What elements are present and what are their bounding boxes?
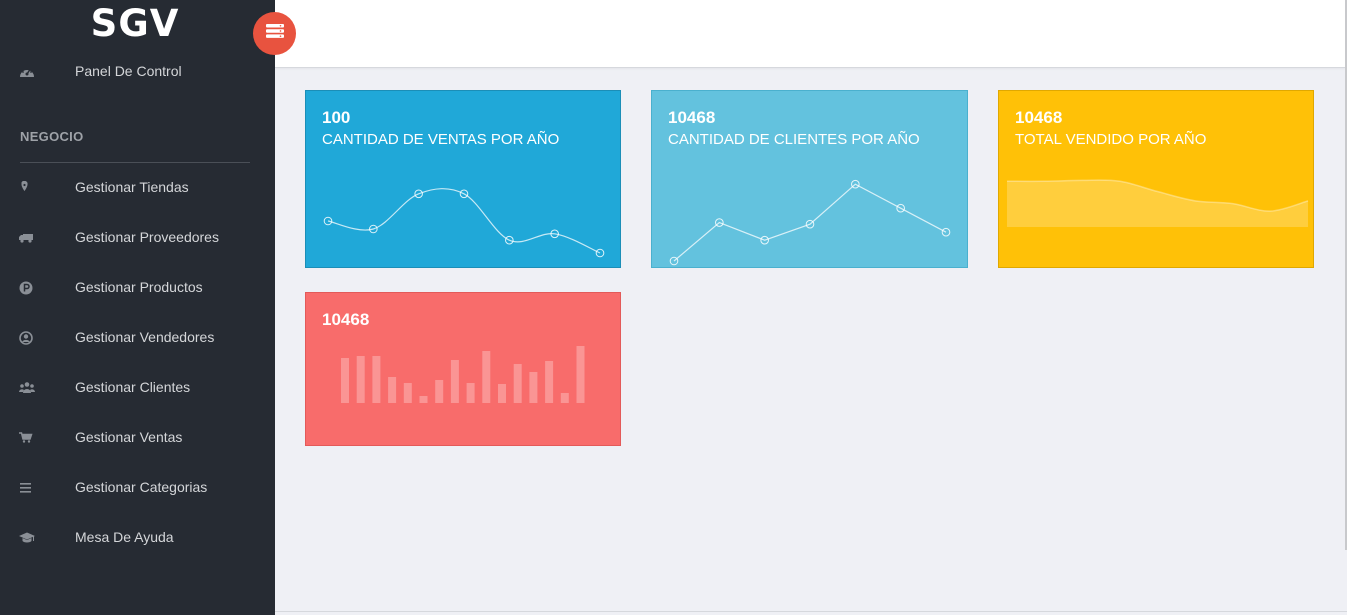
bar — [450, 360, 459, 403]
graduation-cap-icon — [19, 531, 35, 545]
bar — [435, 380, 444, 403]
sidebar-item-label: Gestionar Categorias — [75, 479, 208, 495]
sidebar: SGV Panel De Control NEGOCIO Gestionar T… — [0, 0, 275, 615]
bar — [466, 383, 475, 403]
barras-bar-chart — [341, 346, 585, 403]
brand-logo[interactable]: SGV — [0, 2, 270, 45]
series-line — [327, 188, 601, 254]
sidebar-item-label: Mesa De Ayuda — [75, 529, 174, 545]
bar — [529, 372, 538, 403]
sidebar-item-gestionar-vendedores[interactable]: Gestionar Vendedores — [0, 323, 275, 353]
footer-divider — [275, 611, 1347, 612]
bar — [498, 384, 506, 403]
sidebar-item-label: Gestionar Ventas — [75, 429, 183, 445]
sidebar-item-gestionar-ventas[interactable]: Gestionar Ventas — [0, 423, 275, 453]
section-title: NEGOCIO — [20, 129, 84, 144]
section-divider — [20, 162, 250, 163]
series-line — [673, 183, 947, 262]
sidebar-toggle-button[interactable] — [253, 12, 296, 55]
sidebar-item-label: Panel De Control — [75, 63, 182, 79]
bar — [560, 393, 569, 403]
bar — [576, 346, 585, 403]
location-pin-icon — [19, 181, 35, 195]
sidebar-item-label: Gestionar Tiendas — [75, 179, 189, 195]
sidebar-item-mesa-de-ayuda[interactable]: Mesa De Ayuda — [0, 523, 275, 553]
total-vendido-area-chart — [1006, 179, 1309, 227]
sidebar-item-label: Gestionar Vendedores — [75, 329, 215, 345]
list-icon — [19, 481, 35, 495]
bar — [341, 358, 349, 403]
sidebar-item-label: Gestionar Proveedores — [75, 229, 219, 245]
sidebar-item-gestionar-clientes[interactable]: Gestionar Clientes — [0, 373, 275, 403]
speedometer-icon — [19, 65, 35, 79]
stat-card-barras: 10468 — [305, 292, 621, 446]
sidebar-item-gestionar-productos[interactable]: Gestionar Productos — [0, 273, 275, 303]
bar — [356, 356, 365, 403]
sidebar-item-gestionar-tiendas[interactable]: Gestionar Tiendas — [0, 173, 275, 203]
user-circle-icon — [19, 331, 35, 345]
series-area — [1007, 180, 1308, 227]
bar — [482, 351, 491, 403]
bar — [403, 383, 412, 403]
sidebar-item-gestionar-proveedores[interactable]: Gestionar Proveedores — [0, 223, 275, 253]
bar — [513, 364, 522, 403]
parking-circle-icon — [19, 281, 35, 295]
top-navbar — [275, 0, 1345, 68]
menu-toggle-icon — [265, 23, 285, 44]
stat-card-ventas: 100 CANTIDAD DE VENTAS POR AÑO — [305, 90, 621, 268]
stat-card-clientes: 10468 CANTIDAD DE CLIENTES POR AÑO — [651, 90, 968, 268]
bar — [372, 356, 381, 403]
cart-icon — [19, 431, 35, 445]
bar — [388, 377, 397, 403]
truck-icon — [19, 231, 35, 245]
sidebar-item-label: Gestionar Clientes — [75, 379, 191, 395]
sidebar-item-label: Gestionar Productos — [75, 279, 203, 295]
users-icon — [19, 381, 35, 395]
sidebar-item-gestionar-categorias[interactable]: Gestionar Categorias — [0, 473, 275, 503]
bar — [545, 361, 554, 403]
sidebar-item-panel-de-control[interactable]: Panel De Control — [0, 57, 275, 87]
ventas-line-chart — [323, 188, 605, 258]
stat-card-total-vendido: 10468 TOTAL VENDIDO POR AÑO — [998, 90, 1314, 268]
clientes-line-chart — [669, 179, 951, 266]
bar — [419, 396, 428, 403]
